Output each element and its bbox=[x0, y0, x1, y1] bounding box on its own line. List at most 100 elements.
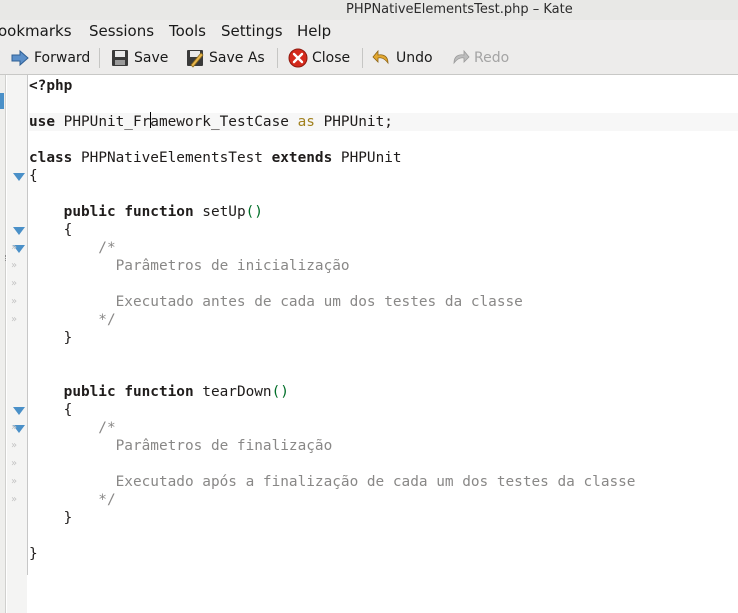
undo-icon bbox=[372, 49, 389, 65]
code-line[interactable]: Parâmetros de inicialização bbox=[29, 257, 738, 275]
arrow-right-icon bbox=[11, 49, 29, 67]
code-token: Executado antes de cada um dos testes da… bbox=[29, 294, 523, 310]
menu-settings[interactable]: Settings bbox=[221, 20, 283, 42]
fold-toggle-icon[interactable] bbox=[13, 227, 25, 235]
close-icon bbox=[288, 48, 308, 68]
code-line[interactable] bbox=[29, 185, 738, 203]
code-line[interactable]: } bbox=[29, 545, 738, 563]
floppy-disk-icon bbox=[112, 50, 128, 66]
view-side-strip bbox=[0, 75, 6, 613]
whitespace-marker-icon: » bbox=[11, 314, 18, 325]
code-token: class bbox=[29, 150, 73, 166]
save-as-button[interactable]: Save As bbox=[185, 42, 267, 74]
code-line[interactable] bbox=[29, 95, 738, 113]
menu-bookmarks[interactable]: ookmarks bbox=[0, 20, 72, 42]
code-token: /* bbox=[29, 240, 116, 256]
code-token: PHPUnit bbox=[332, 150, 402, 166]
undo-label: Undo bbox=[396, 50, 433, 66]
whitespace-marker-icon: » bbox=[11, 296, 18, 307]
code-line[interactable]: */ bbox=[29, 311, 738, 329]
code-token: } bbox=[29, 510, 73, 526]
code-token: Executado após a finalização de cada um … bbox=[29, 474, 636, 490]
whitespace-marker-icon: » bbox=[11, 440, 18, 451]
code-line[interactable]: public function tearDown() bbox=[29, 383, 738, 401]
code-line[interactable]: { bbox=[29, 401, 738, 419]
save-as-icon bbox=[187, 50, 204, 68]
code-line[interactable] bbox=[29, 131, 738, 149]
code-line[interactable]: { bbox=[29, 221, 738, 239]
close-button[interactable]: Close bbox=[288, 42, 352, 74]
code-line[interactable] bbox=[29, 275, 738, 293]
code-token: { bbox=[29, 222, 73, 238]
whitespace-marker-icon: » bbox=[11, 242, 18, 253]
menubar: ookmarks Sessions Tools Settings Help bbox=[0, 20, 738, 42]
code-token: extends bbox=[271, 150, 333, 166]
code-line[interactable]: <?php bbox=[29, 77, 738, 95]
redo-label: Redo bbox=[474, 50, 510, 66]
main-toolbar: Forward Save Save As Close Undo Redo bbox=[0, 42, 738, 75]
toolbar-separator bbox=[99, 48, 100, 68]
code-editor[interactable]: » » » » » » » » » » <?php use PHPUnit_Framework_Te… bbox=[0, 75, 738, 613]
whitespace-marker-icon: » bbox=[11, 494, 18, 505]
code-token: } bbox=[29, 546, 38, 562]
undo-button[interactable]: Undo bbox=[372, 42, 436, 74]
gutter-border bbox=[27, 75, 28, 575]
code-token: */ bbox=[29, 312, 116, 328]
code-line[interactable]: */ bbox=[29, 491, 738, 509]
code-token: public bbox=[63, 384, 116, 400]
code-token: as bbox=[297, 114, 315, 130]
code-line[interactable]: Executado após a finalização de cada um … bbox=[29, 473, 738, 491]
window-title: PHPNativeElementsTest.php – Kate bbox=[346, 2, 573, 17]
fold-toggle-icon[interactable] bbox=[13, 173, 25, 181]
code-line[interactable] bbox=[29, 347, 738, 365]
code-line[interactable] bbox=[29, 527, 738, 545]
window-titlebar: PHPNativeElementsTest.php – Kate bbox=[0, 0, 738, 21]
save-button[interactable]: Save bbox=[110, 42, 172, 74]
code-line[interactable]: use PHPUnit_Framework_TestCase as PHPUni… bbox=[29, 113, 738, 131]
code-line[interactable] bbox=[29, 455, 738, 473]
whitespace-marker-icon: » bbox=[11, 476, 18, 487]
code-token: PHPUnit; bbox=[314, 114, 393, 130]
code-line[interactable] bbox=[29, 365, 738, 383]
forward-label: Forward bbox=[34, 50, 91, 66]
code-token: PHPNativeElementsTest bbox=[72, 150, 272, 166]
code-line[interactable]: class PHPNativeElementsTest extends PHPU… bbox=[29, 149, 738, 167]
code-line[interactable]: Parâmetros de finalização bbox=[29, 437, 738, 455]
toolbar-separator bbox=[362, 48, 363, 68]
code-line[interactable]: /* bbox=[29, 419, 738, 437]
code-token: Parâmetros de finalização bbox=[29, 438, 333, 454]
whitespace-marker-icon: » bbox=[11, 458, 18, 469]
save-as-label: Save As bbox=[209, 50, 265, 66]
folding-gutter[interactable]: » » » » » » » » » » bbox=[7, 75, 27, 613]
whitespace-marker-icon: » bbox=[11, 422, 18, 433]
whitespace-marker-icon: » bbox=[11, 260, 18, 271]
redo-button[interactable]: Redo bbox=[450, 42, 510, 74]
save-label: Save bbox=[134, 50, 169, 66]
menu-tools[interactable]: Tools bbox=[169, 20, 206, 42]
menu-sessions[interactable]: Sessions bbox=[89, 20, 154, 42]
code-line[interactable]: } bbox=[29, 509, 738, 527]
code-area[interactable]: <?php use PHPUnit_Framework_TestCase as P… bbox=[29, 75, 738, 613]
code-token: setUp bbox=[193, 204, 246, 220]
code-line[interactable]: } bbox=[29, 329, 738, 347]
code-token: */ bbox=[29, 492, 116, 508]
code-line[interactable]: /* bbox=[29, 239, 738, 257]
code-token: function bbox=[124, 204, 194, 220]
forward-button[interactable]: Forward bbox=[10, 42, 90, 74]
code-token: } bbox=[29, 330, 73, 346]
code-token: /* bbox=[29, 420, 116, 436]
code-token: PHPUnit_Framework_TestCase bbox=[55, 114, 298, 130]
fold-toggle-icon[interactable] bbox=[13, 407, 25, 415]
redo-icon bbox=[453, 49, 470, 65]
code-token: <?php bbox=[29, 78, 73, 94]
text-caret bbox=[150, 112, 151, 128]
menu-help[interactable]: Help bbox=[297, 20, 331, 42]
code-line[interactable]: { bbox=[29, 167, 738, 185]
close-label: Close bbox=[312, 50, 351, 66]
code-line[interactable]: public function setUp() bbox=[29, 203, 738, 221]
code-line[interactable]: Executado antes de cada um dos testes da… bbox=[29, 293, 738, 311]
